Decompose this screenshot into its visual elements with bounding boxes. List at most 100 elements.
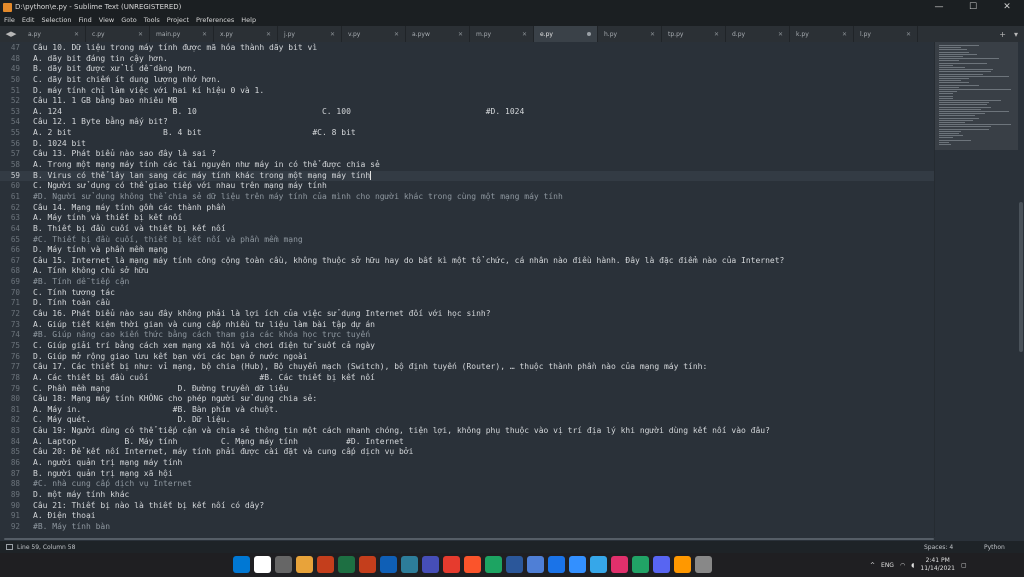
- code-line[interactable]: 92 #B. Máy tính bàn: [0, 522, 934, 533]
- taskbar-app-icon[interactable]: [317, 556, 334, 573]
- code-area[interactable]: 47 Câu 10. Dữ liệu trong máy tính được mã…: [0, 43, 934, 532]
- menu-help[interactable]: Help: [241, 16, 256, 24]
- taskbar-app-icon[interactable]: [548, 556, 565, 573]
- code-line[interactable]: 59 B. Virus có thể lây lan sang các máy t…: [0, 170, 934, 182]
- tab-tp-py[interactable]: tp.py ✕: [662, 26, 726, 42]
- maximize-button[interactable]: ☐: [956, 0, 990, 14]
- taskbar-app-icon[interactable]: [338, 556, 355, 573]
- tab-k-py[interactable]: k.py ✕: [790, 26, 854, 42]
- code-line[interactable]: 53 A. 124 B. 10 C. 100 #D. 1024: [0, 107, 934, 118]
- tab-list-icon[interactable]: ▾: [1014, 30, 1018, 39]
- code-line[interactable]: 55 A. 2 bit B. 4 bit #C. 8 bit: [0, 128, 934, 139]
- language-indicator[interactable]: ENG: [881, 562, 894, 569]
- syntax-setting[interactable]: Python: [984, 544, 1024, 551]
- code-line[interactable]: 74 #B. Giúp nâng cao kiến thức bằng cách …: [0, 330, 934, 341]
- code-line[interactable]: 73 A. Giúp tiết kiệm thời gian và cung cấ…: [0, 320, 934, 331]
- close-tab-icon[interactable]: ✕: [522, 31, 527, 38]
- taskbar-app-icon[interactable]: [632, 556, 649, 573]
- code-line[interactable]: 47 Câu 10. Dữ liệu trong máy tính được mã…: [0, 43, 934, 54]
- close-tab-icon[interactable]: ✕: [266, 31, 271, 38]
- code-line[interactable]: 83 Câu 19: Người dùng có thể tiếp cận và …: [0, 426, 934, 437]
- tab-d-py[interactable]: d.py ✕: [726, 26, 790, 42]
- menu-goto[interactable]: Goto: [121, 16, 137, 24]
- taskbar-app-icon[interactable]: [506, 556, 523, 573]
- tab-x-py[interactable]: x.py ✕: [214, 26, 278, 42]
- code-line[interactable]: 54 Câu 12. 1 Byte bằng mấy bit?: [0, 117, 934, 128]
- code-line[interactable]: 70 C. Tính tương tác: [0, 288, 934, 299]
- close-button[interactable]: ✕: [990, 0, 1024, 14]
- tab-h-py[interactable]: h.py ✕: [598, 26, 662, 42]
- code-line[interactable]: 86 A. người quản trị mạng máy tính: [0, 458, 934, 469]
- menu-find[interactable]: Find: [78, 16, 91, 24]
- taskbar-app-icon[interactable]: [653, 556, 670, 573]
- menu-preferences[interactable]: Preferences: [196, 16, 234, 24]
- code-line[interactable]: 82 C. Máy quét. D. Dữ liệu.: [0, 415, 934, 426]
- code-line[interactable]: 78 A. Các thiết bị đầu cuối #B. Các thiết…: [0, 373, 934, 384]
- code-line[interactable]: 85 Câu 20: Để kết nối Internet, máy tính …: [0, 447, 934, 458]
- menu-project[interactable]: Project: [167, 16, 189, 24]
- volume-icon[interactable]: ◖: [911, 562, 914, 569]
- taskbar-app-icon[interactable]: [527, 556, 544, 573]
- code-line[interactable]: 75 C. Giúp giải trí bằng cách xem mạng xã…: [0, 341, 934, 352]
- taskbar-app-icon[interactable]: [443, 556, 460, 573]
- next-tab-icon[interactable]: ▶: [11, 30, 16, 38]
- taskbar-app-icon[interactable]: [695, 556, 712, 573]
- taskbar-app-icon[interactable]: [401, 556, 418, 573]
- code-line[interactable]: 65 #C. Thiết bị đầu cuối, thiết bị kết nố…: [0, 235, 934, 246]
- taskbar-app-icon[interactable]: [590, 556, 607, 573]
- code-line[interactable]: 68 A. Tính không chủ sở hữu: [0, 266, 934, 277]
- close-tab-icon[interactable]: ✕: [906, 31, 911, 38]
- taskbar-app-icon[interactable]: [569, 556, 586, 573]
- code-line[interactable]: 51 D. máy tính chỉ làm việc với hai kí hi…: [0, 86, 934, 97]
- panel-toggle-icon[interactable]: [6, 544, 13, 550]
- taskbar-app-icon[interactable]: [485, 556, 502, 573]
- code-line[interactable]: 71 D. Tính toàn cầu: [0, 298, 934, 309]
- close-tab-icon[interactable]: ✕: [458, 31, 463, 38]
- code-line[interactable]: 60 C. Người sử dụng có thể giao tiếp với …: [0, 181, 934, 192]
- start-button-icon[interactable]: [233, 556, 250, 573]
- tab-a-pyw[interactable]: a.pyw ✕: [406, 26, 470, 42]
- tab-v-py[interactable]: v.py ✕: [342, 26, 406, 42]
- taskbar-app-icon[interactable]: [422, 556, 439, 573]
- code-line[interactable]: 52 Câu 11. 1 GB bằng bao nhiêu MB: [0, 96, 934, 107]
- close-tab-icon[interactable]: ✕: [650, 31, 655, 38]
- menu-selection[interactable]: Selection: [41, 16, 71, 24]
- vertical-scroll-thumb[interactable]: [1019, 202, 1023, 352]
- code-line[interactable]: 66 D. Máy tính và phần mềm mạng: [0, 245, 934, 256]
- close-tab-icon[interactable]: ✕: [138, 31, 143, 38]
- code-line[interactable]: 77 Câu 17. Các thiết bị như: vỉ mạng, bộ …: [0, 362, 934, 373]
- code-line[interactable]: 62 Câu 14. Mạng máy tính gồm các thành ph…: [0, 203, 934, 214]
- taskbar-app-icon[interactable]: [611, 556, 628, 573]
- close-tab-icon[interactable]: ✕: [714, 31, 719, 38]
- code-line[interactable]: 76 D. Giúp mở rộng giao lưu kết bạn với c…: [0, 352, 934, 363]
- wifi-icon[interactable]: ◠: [900, 562, 905, 569]
- tab-j-py[interactable]: j.py ✕: [278, 26, 342, 42]
- code-line[interactable]: 64 B. Thiết bị đầu cuối và thiết bị kết n…: [0, 224, 934, 235]
- code-line[interactable]: 90 Câu 21: Thiết bị nào là thiết bị kết n…: [0, 501, 934, 512]
- taskbar-app-icon[interactable]: [464, 556, 481, 573]
- menu-file[interactable]: File: [4, 16, 15, 24]
- vertical-scrollbar[interactable]: [1018, 42, 1024, 537]
- close-tab-icon[interactable]: ✕: [74, 31, 79, 38]
- minimap[interactable]: [934, 42, 1019, 537]
- menu-edit[interactable]: Edit: [22, 16, 35, 24]
- code-line[interactable]: 79 C. Phần mềm mạng D. Đường truyền dữ li…: [0, 384, 934, 395]
- code-line[interactable]: 50 C. dãy bit chiếm ít dung lượng nhớ hơn…: [0, 75, 934, 86]
- tab-m-py[interactable]: m.py ✕: [470, 26, 534, 42]
- code-line[interactable]: 67 Câu 15. Internet là mạng máy tính công…: [0, 256, 934, 267]
- new-tab-icon[interactable]: +: [999, 30, 1006, 39]
- code-line[interactable]: 57 Câu 13. Phát biểu nào sao đây là sai ?: [0, 149, 934, 160]
- code-line[interactable]: 81 A. Máy in. #B. Bàn phím và chuột.: [0, 405, 934, 416]
- tray-chevron-icon[interactable]: ^: [870, 562, 875, 569]
- taskbar-app-icon[interactable]: [380, 556, 397, 573]
- close-tab-icon[interactable]: ✕: [394, 31, 399, 38]
- code-line[interactable]: 88 #C. nhà cung cấp dịch vụ Internet: [0, 479, 934, 490]
- code-line[interactable]: 63 A. Máy tính và thiết bị kết nối: [0, 213, 934, 224]
- taskbar-app-icon[interactable]: [359, 556, 376, 573]
- tab-a-py[interactable]: a.py ✕: [22, 26, 86, 42]
- code-line[interactable]: 80 Câu 18: Mạng máy tính KHÔNG cho phép n…: [0, 394, 934, 405]
- indentation-setting[interactable]: Spaces: 4: [924, 544, 984, 551]
- close-tab-icon[interactable]: ✕: [842, 31, 847, 38]
- tab-c-py[interactable]: c.py ✕: [86, 26, 150, 42]
- code-line[interactable]: 72 Câu 16. Phát biểu nào sau đây không ph…: [0, 309, 934, 320]
